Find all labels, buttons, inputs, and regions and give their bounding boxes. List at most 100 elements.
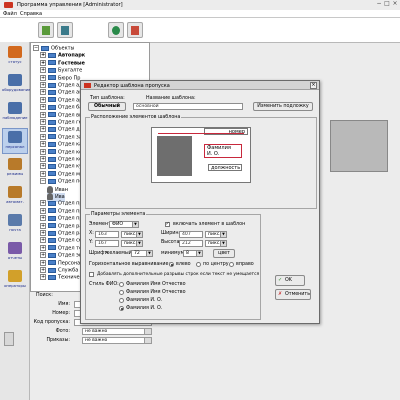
window-title: Программа управления [Administrator] [17, 1, 123, 8]
dialog-close-icon[interactable]: × [310, 82, 317, 89]
expand-toggle-icon[interactable]: + [40, 119, 46, 125]
y-field[interactable]: 167 [95, 240, 119, 247]
fio-style-radio-3[interactable] [119, 298, 124, 303]
align-left-radio[interactable] [169, 262, 174, 267]
add-icon [42, 26, 50, 35]
x-field[interactable]: 163 [95, 231, 119, 238]
dialog-title-bar[interactable]: Редактор шаблона пропуска × [81, 81, 319, 90]
color-button[interactable]: цвет [213, 249, 235, 258]
ok-button[interactable]: ✓ OK [275, 275, 305, 286]
sidebar-item-mail[interactable]: почта [2, 212, 28, 238]
tree-item-label: Служба [58, 267, 79, 274]
expand-toggle-icon[interactable]: + [40, 82, 46, 88]
expand-toggle-icon[interactable]: + [40, 200, 46, 207]
sidebar-item-status[interactable]: статус [2, 44, 28, 70]
expand-toggle-icon[interactable]: + [40, 259, 46, 266]
width-field[interactable]: 407 [179, 231, 203, 238]
orders-select[interactable]: не важно [82, 337, 152, 344]
expand-toggle-icon[interactable]: + [40, 52, 46, 59]
expand-toggle-icon[interactable]: + [40, 237, 46, 244]
close-icon[interactable]: × [391, 0, 399, 8]
sidebar-item-personnel[interactable]: персонал [2, 128, 28, 154]
fio-style-radio-2[interactable] [119, 290, 124, 295]
expand-toggle-icon[interactable]: + [40, 89, 46, 96]
expand-toggle-icon[interactable]: + [40, 67, 46, 74]
expand-toggle-icon[interactable]: + [40, 244, 46, 251]
height-unit-value: пикс. [208, 241, 221, 246]
fio-style-radio-4[interactable] [119, 306, 124, 311]
y-unit-value: пикс. [124, 241, 137, 246]
template-name-field[interactable]: основной [133, 103, 243, 110]
expand-toggle-icon[interactable]: + [40, 222, 46, 229]
fio-style-radio-1[interactable] [119, 282, 124, 287]
expand-toggle-icon[interactable]: + [40, 74, 46, 81]
expand-toggle-icon[interactable]: + [40, 96, 46, 103]
height-field[interactable]: 212 [179, 240, 203, 247]
sidebar-item-modes[interactable]: режимы [2, 156, 28, 182]
include-element-checkbox[interactable] [165, 221, 170, 227]
archive-button[interactable] [4, 332, 14, 346]
align-right-radio[interactable] [229, 262, 234, 267]
template-preview[interactable]: номер Фамилия И. О. должность [151, 127, 251, 183]
preview-position-field[interactable]: должность [208, 164, 242, 171]
preview-name-field[interactable]: Фамилия И. О. [204, 144, 242, 158]
align-center-radio[interactable] [196, 262, 201, 267]
add-object-button[interactable] [38, 22, 54, 38]
template-type-button[interactable]: Обычный [88, 102, 126, 111]
template-type-label: Тип шаблона: [90, 96, 125, 101]
tree-folder-item[interactable]: + Техничес [40, 274, 82, 283]
element-select-value: ФИО [112, 222, 124, 227]
photo-select[interactable]: не важно [82, 328, 152, 335]
cancel-button-label: Отменить [285, 292, 311, 297]
expand-toggle-icon[interactable]: + [40, 207, 46, 214]
expand-toggle-icon[interactable]: + [40, 230, 46, 236]
expand-toggle-icon[interactable]: + [40, 252, 46, 259]
edit-object-button[interactable] [57, 22, 73, 38]
expand-toggle-icon[interactable]: + [40, 156, 46, 162]
expand-toggle-icon[interactable]: + [40, 126, 46, 133]
sidebar-item-equipment[interactable]: оборудование [2, 72, 30, 98]
sidebar-item-monitoring[interactable]: наблюдение [2, 100, 28, 126]
x-unit-select[interactable]: пикс. ▼ [121, 231, 143, 238]
expand-toggle-icon[interactable]: + [40, 163, 46, 170]
change-background-button[interactable]: Изменить подложку [253, 102, 313, 111]
number-label: Номер: [52, 311, 70, 316]
minimize-icon[interactable]: − [375, 0, 383, 8]
expand-toggle-icon[interactable]: + [40, 267, 46, 273]
sidebar-item-automation[interactable]: автомат. [2, 184, 28, 210]
layout-group-title: Расположение элементов шаблона [90, 115, 182, 120]
y-label: Y: [89, 240, 93, 245]
fio-style-label-3: Фамилия И. О. [126, 298, 163, 303]
expand-toggle-icon[interactable]: + [40, 59, 46, 66]
expand-toggle-icon[interactable]: + [40, 133, 46, 140]
y-unit-select[interactable]: пикс. ▼ [121, 240, 143, 247]
width-unit-select[interactable]: пикс. ▼ [205, 231, 227, 238]
tree-item-label: Отдел ар [58, 97, 83, 104]
menu-help[interactable]: Справка [20, 11, 42, 17]
expand-toggle-icon[interactable]: + [40, 170, 46, 177]
expand-toggle-icon[interactable]: − [33, 45, 39, 51]
font-size-select[interactable]: 72 ▼ [131, 250, 153, 257]
refresh-button[interactable] [108, 22, 124, 38]
font-min-select[interactable]: 8 ▼ [183, 250, 203, 257]
template-button[interactable] [127, 22, 143, 38]
fio-style-label-2: Фамилия Имя Отчество [126, 290, 186, 295]
expand-toggle-icon[interactable]: + [40, 148, 46, 155]
sidebar-item-label: отчеты [7, 255, 23, 260]
expand-toggle-icon[interactable]: − [40, 178, 46, 185]
expand-toggle-icon[interactable]: + [40, 141, 46, 148]
expand-toggle-icon[interactable]: + [40, 215, 46, 222]
sidebar-item-operators[interactable]: операторы [2, 268, 28, 294]
sidebar-item-reports[interactable]: отчеты [2, 240, 28, 266]
dialog-title: Редактор шаблона пропуска [94, 82, 170, 89]
expand-toggle-icon[interactable]: + [40, 111, 46, 118]
folder-icon [48, 52, 56, 58]
expand-toggle-icon[interactable]: + [40, 274, 46, 281]
menu-file[interactable]: Файл [3, 11, 17, 17]
height-unit-select[interactable]: пикс. ▼ [205, 240, 227, 247]
wrap-lines-checkbox[interactable] [89, 272, 94, 277]
element-select[interactable]: ФИО ▼ [109, 221, 139, 228]
expand-toggle-icon[interactable]: + [40, 104, 46, 111]
maximize-icon[interactable]: □ [383, 0, 391, 8]
cancel-button[interactable]: ✗ Отменить [275, 289, 311, 300]
